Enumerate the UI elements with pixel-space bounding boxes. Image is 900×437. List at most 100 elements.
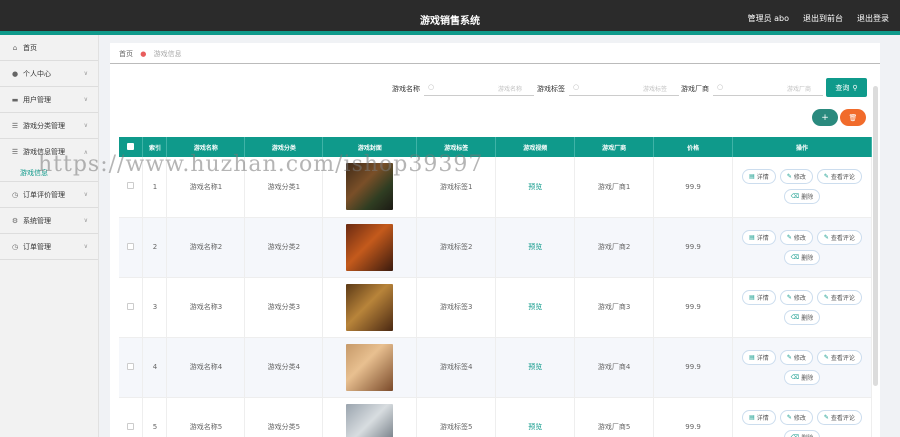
detail-button[interactable]: ▤ 详情 xyxy=(742,349,776,365)
edit-icon: ✎ xyxy=(823,293,829,301)
main-panel: 首页 ● 游戏信息 游戏名称 ○ 游戏名称 游戏标签 ○ 游戏标签 游戏厂商 ○… xyxy=(110,43,880,437)
add-button[interactable]: + xyxy=(812,109,838,126)
edit-button[interactable]: ✎ 修改 xyxy=(779,169,813,185)
cell-tag: 游戏标签5 xyxy=(416,397,497,437)
delete-button[interactable]: ⌫删除 xyxy=(783,369,821,385)
trash-icon: ⌫ xyxy=(790,313,800,321)
detail-button[interactable]: ▤ 详情 xyxy=(742,169,776,185)
view-reviews-button[interactable]: ✎ 查看评论 xyxy=(816,169,862,185)
video-preview-link[interactable]: 预览 xyxy=(495,277,576,338)
cell-name: 游戏名称3 xyxy=(166,277,246,338)
edit-button[interactable]: ✎ 修改 xyxy=(779,229,813,245)
cell-index: 3 xyxy=(142,277,168,338)
search-vendor-input[interactable]: ○ 游戏厂商 xyxy=(713,80,823,96)
breadcrumb-home[interactable]: 首页 xyxy=(119,50,133,58)
cell-name: 游戏名称4 xyxy=(166,337,246,398)
delete-button-label: 删除 xyxy=(801,254,814,262)
search-icon: ○ xyxy=(717,83,724,91)
video-preview-link[interactable]: 预览 xyxy=(495,217,576,278)
sidebar-item-system[interactable]: ⚙ 系统管理 ∨ xyxy=(0,208,98,234)
view-reviews-button-label: 查看评论 xyxy=(830,414,855,422)
cell-category: 游戏分类4 xyxy=(244,337,324,398)
edit-button[interactable]: ✎ 修改 xyxy=(779,289,813,305)
row-select-cell[interactable] xyxy=(119,157,144,218)
video-preview-link[interactable]: 预览 xyxy=(495,397,576,437)
row-checkbox[interactable] xyxy=(127,422,135,430)
query-button[interactable]: 查询 ⚲ xyxy=(826,78,867,97)
row-select-cell[interactable] xyxy=(119,217,144,278)
delete-button[interactable]: ⌫删除 xyxy=(783,249,821,265)
logout-link[interactable]: 退出登录 xyxy=(857,13,889,24)
delete-button[interactable]: ⌫删除 xyxy=(783,309,821,325)
sidebar-item-categories[interactable]: ☰ 游戏分类管理 ∨ xyxy=(0,113,98,139)
row-select-cell[interactable] xyxy=(119,337,144,398)
sidebar-item-home[interactable]: ⌂ 首页 xyxy=(0,35,98,61)
select-all-cell[interactable] xyxy=(119,137,144,157)
detail-button[interactable]: ▤ 详情 xyxy=(742,229,776,245)
sidebar-subitem-label: 游戏信息 xyxy=(20,169,48,177)
sidebar-item-reviews[interactable]: ◷ 订单评价管理 ∨ xyxy=(0,182,98,208)
row-checkbox[interactable] xyxy=(127,362,135,370)
cell-vendor: 游戏厂商4 xyxy=(574,337,655,398)
view-reviews-button-label: 查看评论 xyxy=(830,234,855,242)
chevron-down-icon: ∨ xyxy=(83,122,88,129)
search-name-input[interactable]: ○ 游戏名称 xyxy=(424,80,534,96)
row-checkbox[interactable] xyxy=(127,302,135,310)
edit-button[interactable]: ✎ 修改 xyxy=(779,349,813,365)
video-preview-link[interactable]: 预览 xyxy=(495,337,576,398)
search-icon: ○ xyxy=(573,83,580,91)
sidebar-item-label: 系统管理 xyxy=(23,216,51,225)
row-select-cell[interactable] xyxy=(119,277,144,338)
delete-button[interactable]: ⌫删除 xyxy=(783,429,821,437)
edit-icon: ✎ xyxy=(786,413,792,421)
back-to-front-link[interactable]: 退出到前台 xyxy=(803,13,843,24)
cell-price: 99.9 xyxy=(653,397,734,437)
delete-button[interactable]: ⌫删除 xyxy=(783,189,821,205)
cell-category: 游戏分类3 xyxy=(244,277,324,338)
edit-button-label: 修改 xyxy=(793,354,806,362)
search-tag-input[interactable]: ○ 游戏标签 xyxy=(569,80,679,96)
breadcrumb-divider xyxy=(110,63,880,64)
view-reviews-button[interactable]: ✎ 查看评论 xyxy=(816,349,862,365)
table-row: 3 游戏名称3 游戏分类3 游戏标签3 预览 游戏厂商3 99.9 ▤ 详情 ✎ 修… xyxy=(119,277,872,338)
delete-button-label: 删除 xyxy=(801,314,814,322)
sidebar-item-profile[interactable]: ● 个人中心 ∨ xyxy=(0,61,98,87)
folder-icon: ▬ xyxy=(11,95,19,104)
home-icon: ⌂ xyxy=(12,43,18,52)
edit-button-label: 修改 xyxy=(793,174,806,182)
search-vendor-label: 游戏厂商 xyxy=(681,85,709,93)
select-all-checkbox[interactable] xyxy=(127,142,135,150)
cell-actions: ▤详情 ✎修改 ✎查看评论 ⌫删除 xyxy=(732,217,872,278)
sidebar-subitem-game-info[interactable]: 游戏信息 xyxy=(0,165,98,182)
view-reviews-button[interactable]: ✎ 查看评论 xyxy=(816,289,862,305)
cell-cover xyxy=(322,157,418,218)
list-icon: ☰ xyxy=(11,121,19,130)
top-bar: 游戏销售系统 管理员 abo 退出到前台 退出登录 xyxy=(0,0,900,35)
detail-button[interactable]: ▤ 详情 xyxy=(742,289,776,305)
row-actions: ▤详情 ✎修改 ✎查看评论 ⌫删除 xyxy=(733,169,871,205)
video-preview-link[interactable]: 预览 xyxy=(495,157,576,218)
game-cover-image xyxy=(346,283,394,331)
breadcrumb: 首页 ● 游戏信息 xyxy=(119,49,182,59)
sidebar-item-label: 个人中心 xyxy=(23,69,51,78)
cell-actions: ▤详情 ✎修改 ✎查看评论 ⌫删除 xyxy=(732,277,872,338)
list-icon: ☰ xyxy=(11,148,19,156)
table-row: 2 游戏名称2 游戏分类2 游戏标签2 预览 游戏厂商2 99.9 ▤ 详情 ✎ 修… xyxy=(119,217,872,278)
delete-button-label: 删除 xyxy=(801,433,813,437)
row-select-cell[interactable] xyxy=(119,397,144,437)
sidebar-item-games[interactable]: ☰ 游戏信息管理 ∧ xyxy=(0,139,98,165)
cell-tag: 游戏标签4 xyxy=(416,337,497,398)
row-checkbox[interactable] xyxy=(127,242,135,250)
view-reviews-button[interactable]: ✎ 查看评论 xyxy=(816,409,862,425)
batch-delete-button[interactable]: 🗑 xyxy=(840,109,866,126)
column-header: 操作 xyxy=(732,137,872,157)
row-checkbox[interactable] xyxy=(127,182,135,190)
sidebar-item-users[interactable]: ▬ 用户管理 ∨ xyxy=(0,87,98,113)
edit-button[interactable]: ✎ 修改 xyxy=(779,409,813,425)
sidebar: ⌂ 首页 ● 个人中心 ∨ ▬ 用户管理 ∨ ☰ 游戏分类管理 ∨ ☰ 游戏信息… xyxy=(0,35,99,437)
edit-icon: ✎ xyxy=(786,173,792,181)
detail-button[interactable]: ▤ 详情 xyxy=(742,409,776,425)
view-reviews-button[interactable]: ✎ 查看评论 xyxy=(816,229,862,245)
sidebar-item-orders[interactable]: ◷ 订单管理 ∨ xyxy=(0,234,98,260)
scrollbar[interactable] xyxy=(873,86,878,386)
